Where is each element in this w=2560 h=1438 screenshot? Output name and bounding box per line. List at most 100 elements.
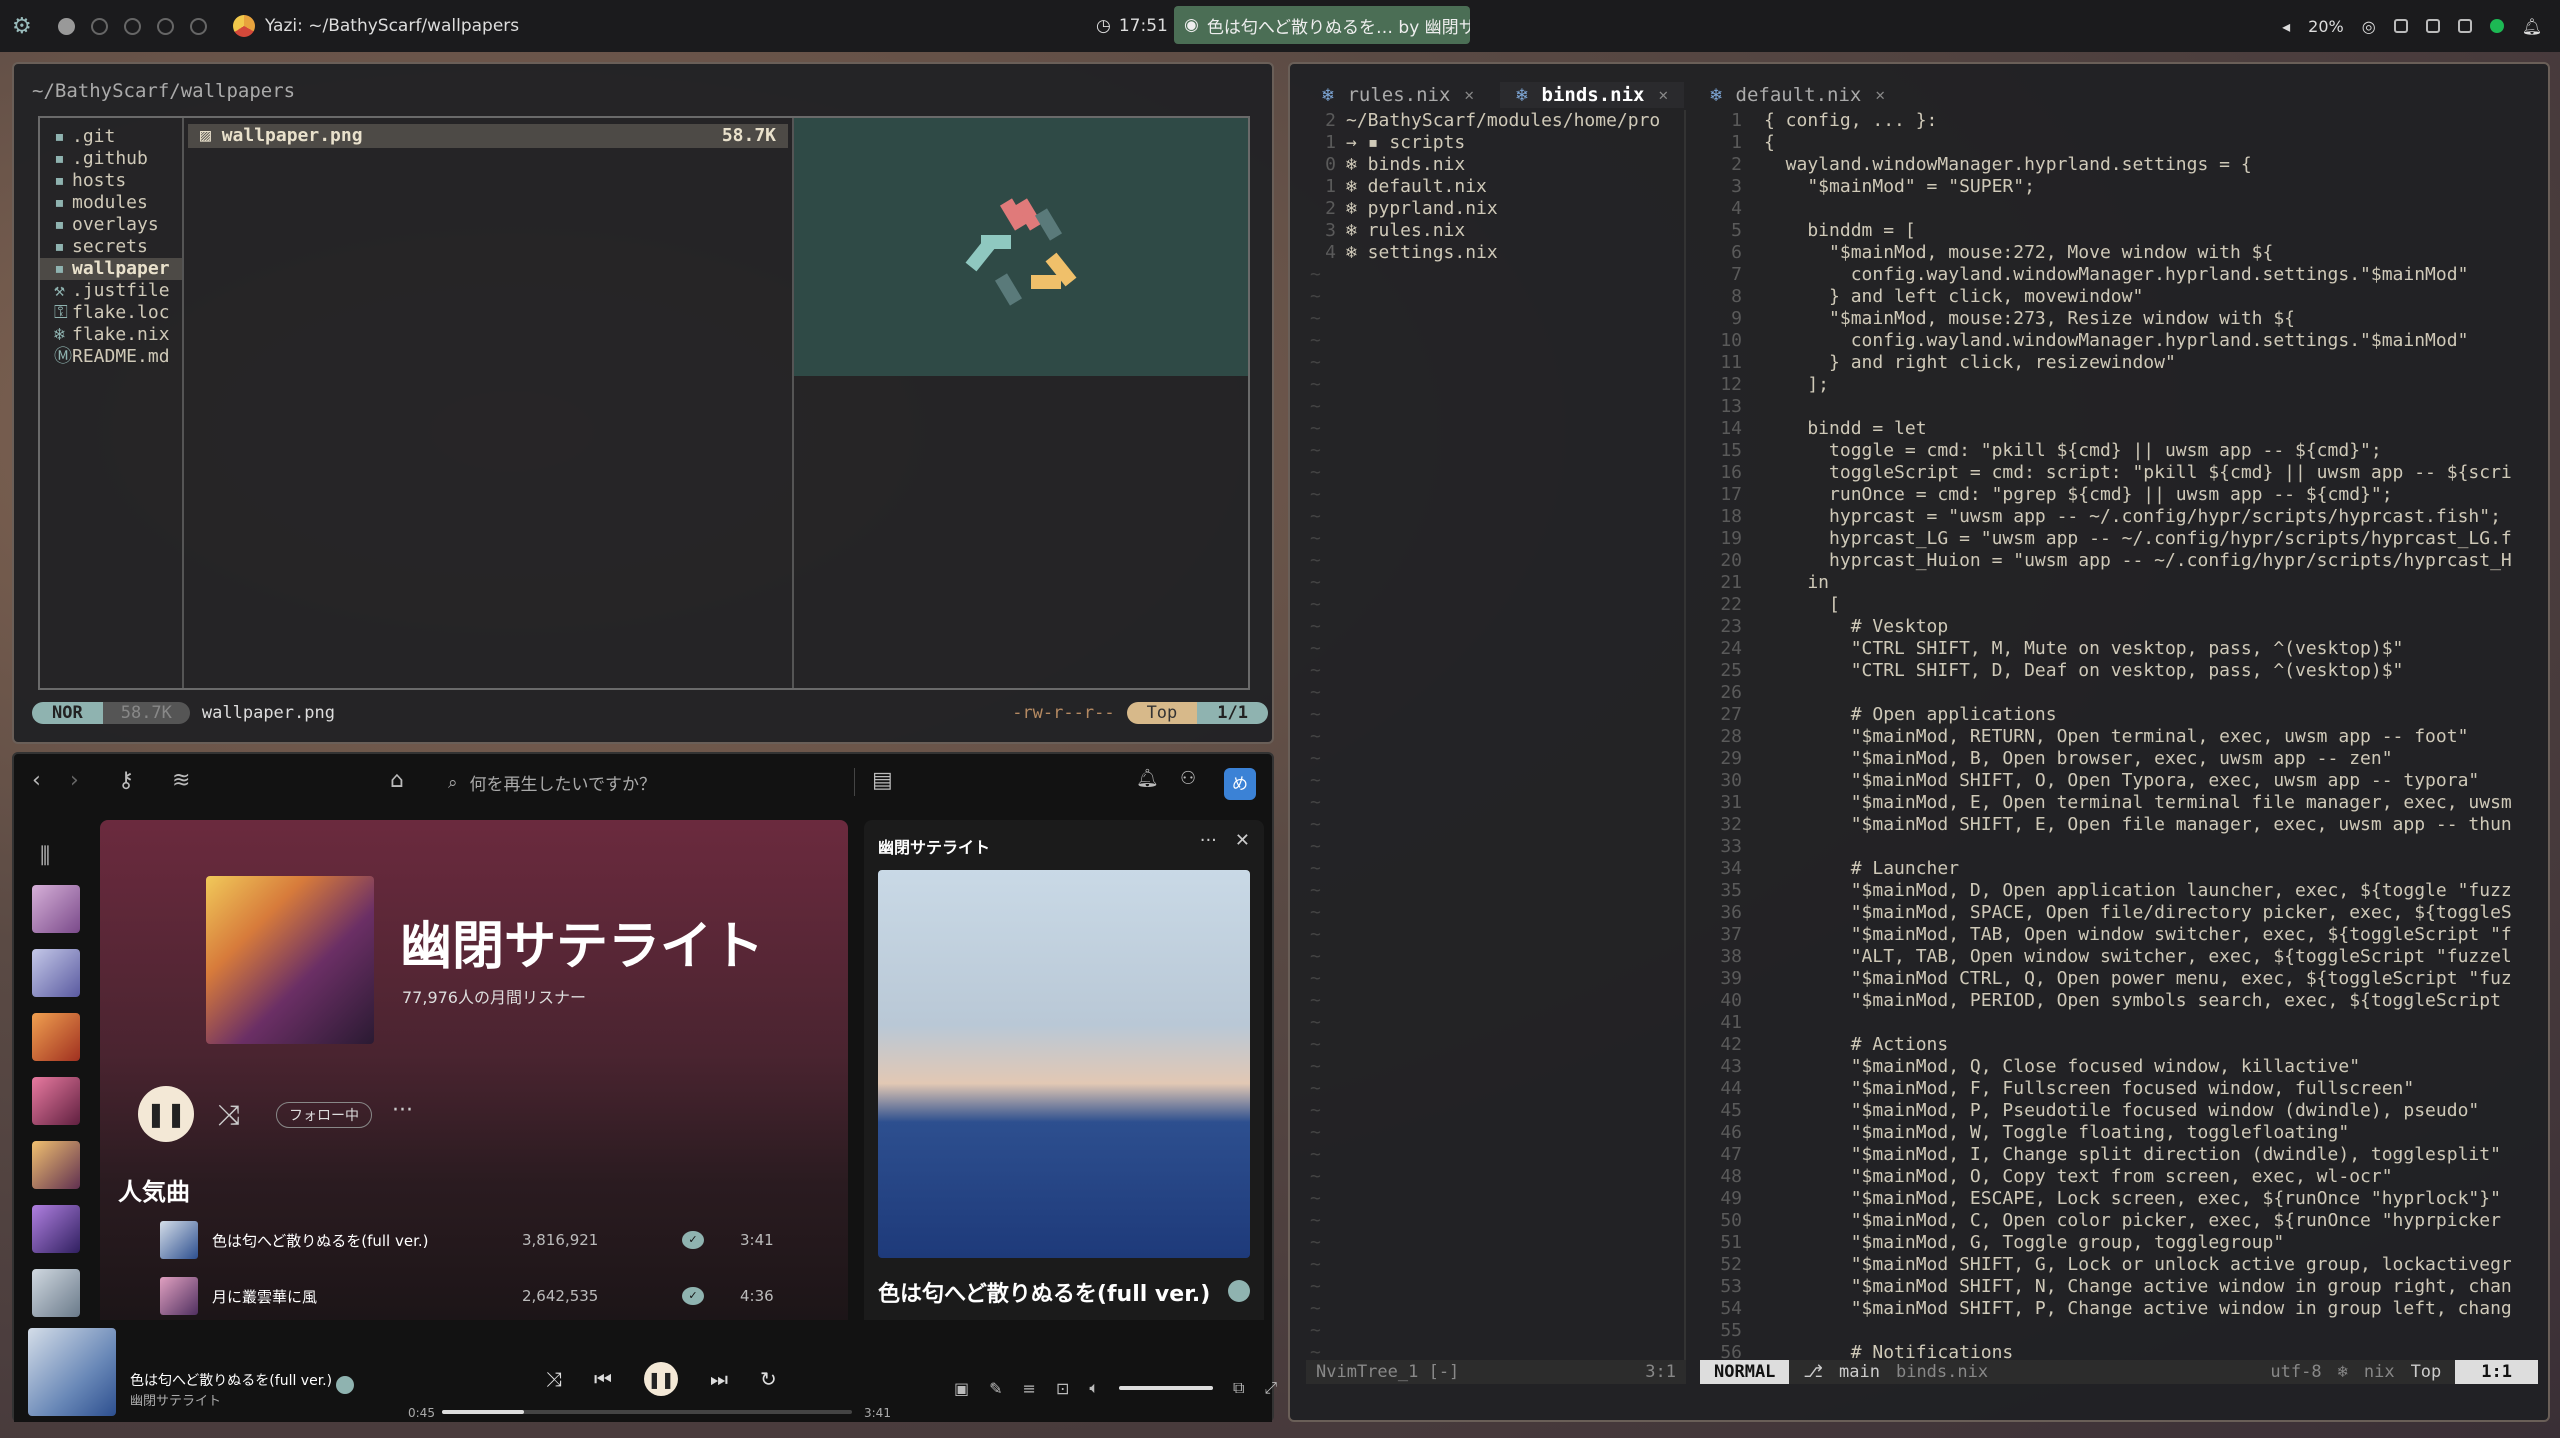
queue-icon[interactable]: ≡ bbox=[1023, 1379, 1036, 1398]
next-icon[interactable]: ⏭︎ bbox=[710, 1367, 728, 1391]
saved-check-icon[interactable] bbox=[1228, 1280, 1250, 1302]
now-playing-view-icon[interactable]: ▣ bbox=[954, 1379, 969, 1398]
code-text: toggleScript = cmd: script: "pkill ${cmd… bbox=[1764, 462, 2512, 483]
tree-row[interactable]: 1 ❄ default.nix bbox=[1306, 176, 1684, 198]
item-name: overlays bbox=[72, 214, 159, 235]
bell-icon[interactable]: 🔔︎ bbox=[2522, 17, 2542, 36]
pause-button[interactable]: ❚❚ bbox=[644, 1362, 678, 1396]
waveform-icon[interactable]: ≋ bbox=[172, 768, 190, 793]
tree-row[interactable]: 0 ❄ binds.nix bbox=[1306, 154, 1684, 176]
tree-row[interactable]: 3 ❄ rules.nix bbox=[1306, 220, 1684, 242]
parent-item[interactable]: ▪ modules bbox=[40, 192, 182, 214]
status-filename: wallpaper.png bbox=[201, 703, 335, 723]
track-row[interactable]: 月に叢雲華に風 2,642,535 ✓ 4:36 bbox=[160, 1276, 840, 1316]
tree-row[interactable]: 1 → ▪ scripts bbox=[1306, 132, 1684, 154]
search-input[interactable]: ⌕ 何を再生したいですか？ bbox=[448, 770, 656, 796]
parent-item[interactable]: ⚿ flake.loc bbox=[40, 302, 182, 324]
player-album-art[interactable] bbox=[28, 1328, 116, 1416]
more-icon[interactable]: ··· bbox=[392, 1098, 413, 1123]
tree-row[interactable]: 2 ❄ pyprland.nix bbox=[1306, 198, 1684, 220]
media-widget[interactable]: ◉ 色は匂へど散りぬるを… by 幽閉サテ… bbox=[1174, 6, 1470, 44]
previous-icon[interactable]: ⏮︎ bbox=[594, 1367, 612, 1391]
file-item[interactable]: ▨ wallpaper.png 58.7K bbox=[188, 124, 788, 148]
shuffle-icon[interactable]: ⤨ bbox=[218, 1098, 240, 1132]
line-number: 6 bbox=[1731, 242, 1742, 263]
tab-binds-nix[interactable]: ❄ binds.nix ✕ bbox=[1500, 82, 1685, 108]
library-icon[interactable]: ⫼ bbox=[40, 844, 86, 869]
forward-icon[interactable]: › bbox=[70, 768, 79, 793]
progress-bar[interactable] bbox=[442, 1410, 852, 1414]
tab-default-nix[interactable]: ❄ default.nix ✕ bbox=[1694, 82, 1901, 108]
repeat-icon[interactable]: ↻ bbox=[760, 1367, 777, 1391]
saved-check-icon[interactable]: ✓ bbox=[682, 1287, 704, 1305]
library-item[interactable] bbox=[32, 1013, 80, 1061]
volume-icon[interactable]: ◂ bbox=[2282, 17, 2290, 36]
library-item[interactable] bbox=[32, 1205, 80, 1253]
browse-icon[interactable]: ▤ bbox=[872, 768, 893, 793]
tray-app-icon[interactable] bbox=[2393, 19, 2408, 33]
code-line: 9 "$mainMod, mouse:273, Resize window wi… bbox=[1686, 308, 2536, 330]
friends-icon[interactable]: ⚇ bbox=[1180, 768, 1196, 789]
empty-line: ~ bbox=[1310, 814, 1321, 835]
workspace-4[interactable] bbox=[157, 17, 174, 35]
library-item[interactable] bbox=[32, 1141, 80, 1189]
close-icon[interactable]: ✕ bbox=[1235, 830, 1250, 851]
empty-line: ~ bbox=[1310, 484, 1321, 505]
gear-icon[interactable]: ⚙ bbox=[12, 14, 42, 39]
saved-check-icon[interactable]: ✓ bbox=[682, 1231, 704, 1249]
parent-item[interactable]: ▪ hosts bbox=[40, 170, 182, 192]
parent-item[interactable]: ▪ wallpaper bbox=[40, 258, 182, 280]
workspace-2[interactable] bbox=[91, 17, 108, 35]
tree-row[interactable]: 4 ❄ settings.nix bbox=[1306, 242, 1684, 264]
avatar[interactable]: め bbox=[1224, 768, 1256, 800]
line-number: 21 bbox=[1720, 572, 1742, 593]
code-editor[interactable]: 1{ config, ... }: 1{2 wayland.windowManag… bbox=[1686, 110, 2536, 1372]
workspace-5[interactable] bbox=[190, 17, 207, 35]
lyrics-icon[interactable]: ✎ bbox=[989, 1379, 1002, 1398]
home-icon[interactable]: ⌂ bbox=[390, 768, 404, 793]
bell-icon[interactable]: 🔔︎ bbox=[1136, 768, 1159, 789]
spotify-tray-icon[interactable] bbox=[2489, 19, 2504, 33]
line-number: 22 bbox=[1720, 594, 1742, 615]
code-line: 24 "CTRL SHIFT, M, Mute on vesktop, pass… bbox=[1686, 638, 2536, 660]
volume-slider[interactable] bbox=[1118, 1386, 1213, 1390]
player-song[interactable]: 色は匂へど散りぬるを(full ver.) bbox=[130, 1370, 332, 1390]
idle-icon[interactable]: ◎ bbox=[2362, 17, 2376, 36]
close-icon[interactable]: ✕ bbox=[1658, 82, 1668, 108]
close-icon[interactable]: ✕ bbox=[1464, 82, 1474, 108]
miniplayer-icon[interactable]: ⧉ bbox=[1233, 1378, 1244, 1398]
track-row[interactable]: 色は匂へど散りぬるを(full ver.) 3,816,921 ✓ 3:41 bbox=[160, 1220, 840, 1260]
workspace-1[interactable] bbox=[58, 17, 75, 35]
library-item[interactable] bbox=[32, 1269, 80, 1317]
workspace-3[interactable] bbox=[124, 17, 141, 35]
tab-rules-nix[interactable]: ❄ rules.nix ✕ bbox=[1306, 82, 1490, 108]
library-item[interactable] bbox=[32, 1077, 80, 1125]
code-line: 17 runOnce = cmd: "pgrep ${cmd} || uwsm … bbox=[1686, 484, 2536, 506]
parent-item[interactable]: ⚒ .justfile bbox=[40, 280, 182, 302]
parent-item[interactable]: ▪ secrets bbox=[40, 236, 182, 258]
library-item[interactable] bbox=[32, 949, 80, 997]
empty-line: ~ bbox=[1310, 1298, 1321, 1319]
back-icon[interactable]: ‹ bbox=[32, 768, 41, 793]
parent-item[interactable]: ❄ flake.nix bbox=[40, 324, 182, 346]
tree-row[interactable]: 2 ~/BathyScarf/modules/home/pro bbox=[1306, 110, 1684, 132]
fullscreen-icon[interactable]: ⤢ bbox=[1264, 1378, 1277, 1398]
player-artist[interactable]: 幽閉サテライト bbox=[130, 1390, 221, 1409]
parent-item[interactable]: ▪ .git bbox=[40, 126, 182, 148]
close-icon[interactable]: ✕ bbox=[1875, 82, 1885, 108]
shuffle-icon[interactable]: ⤨ bbox=[546, 1367, 562, 1391]
tray-app-icon[interactable] bbox=[2457, 19, 2472, 33]
parent-item[interactable]: ⓂREADME.md bbox=[40, 346, 182, 368]
parent-item[interactable]: ▪ .github bbox=[40, 148, 182, 170]
clock[interactable]: ◷ 17:51 bbox=[1096, 16, 1168, 36]
connect-device-icon[interactable]: ⊡ bbox=[1056, 1379, 1069, 1398]
key-icon[interactable]: ⚷ bbox=[118, 768, 134, 793]
follow-button[interactable]: フォロー中 bbox=[276, 1102, 372, 1128]
pause-button[interactable]: ❚❚ bbox=[138, 1086, 194, 1142]
volume-icon[interactable]: 🔈︎ bbox=[1089, 1378, 1099, 1398]
library-item[interactable] bbox=[32, 885, 80, 933]
saved-check-icon[interactable] bbox=[336, 1376, 354, 1394]
more-icon[interactable]: ··· bbox=[1200, 830, 1217, 851]
tray-app-icon[interactable] bbox=[2425, 19, 2440, 33]
parent-item[interactable]: ▪ overlays bbox=[40, 214, 182, 236]
